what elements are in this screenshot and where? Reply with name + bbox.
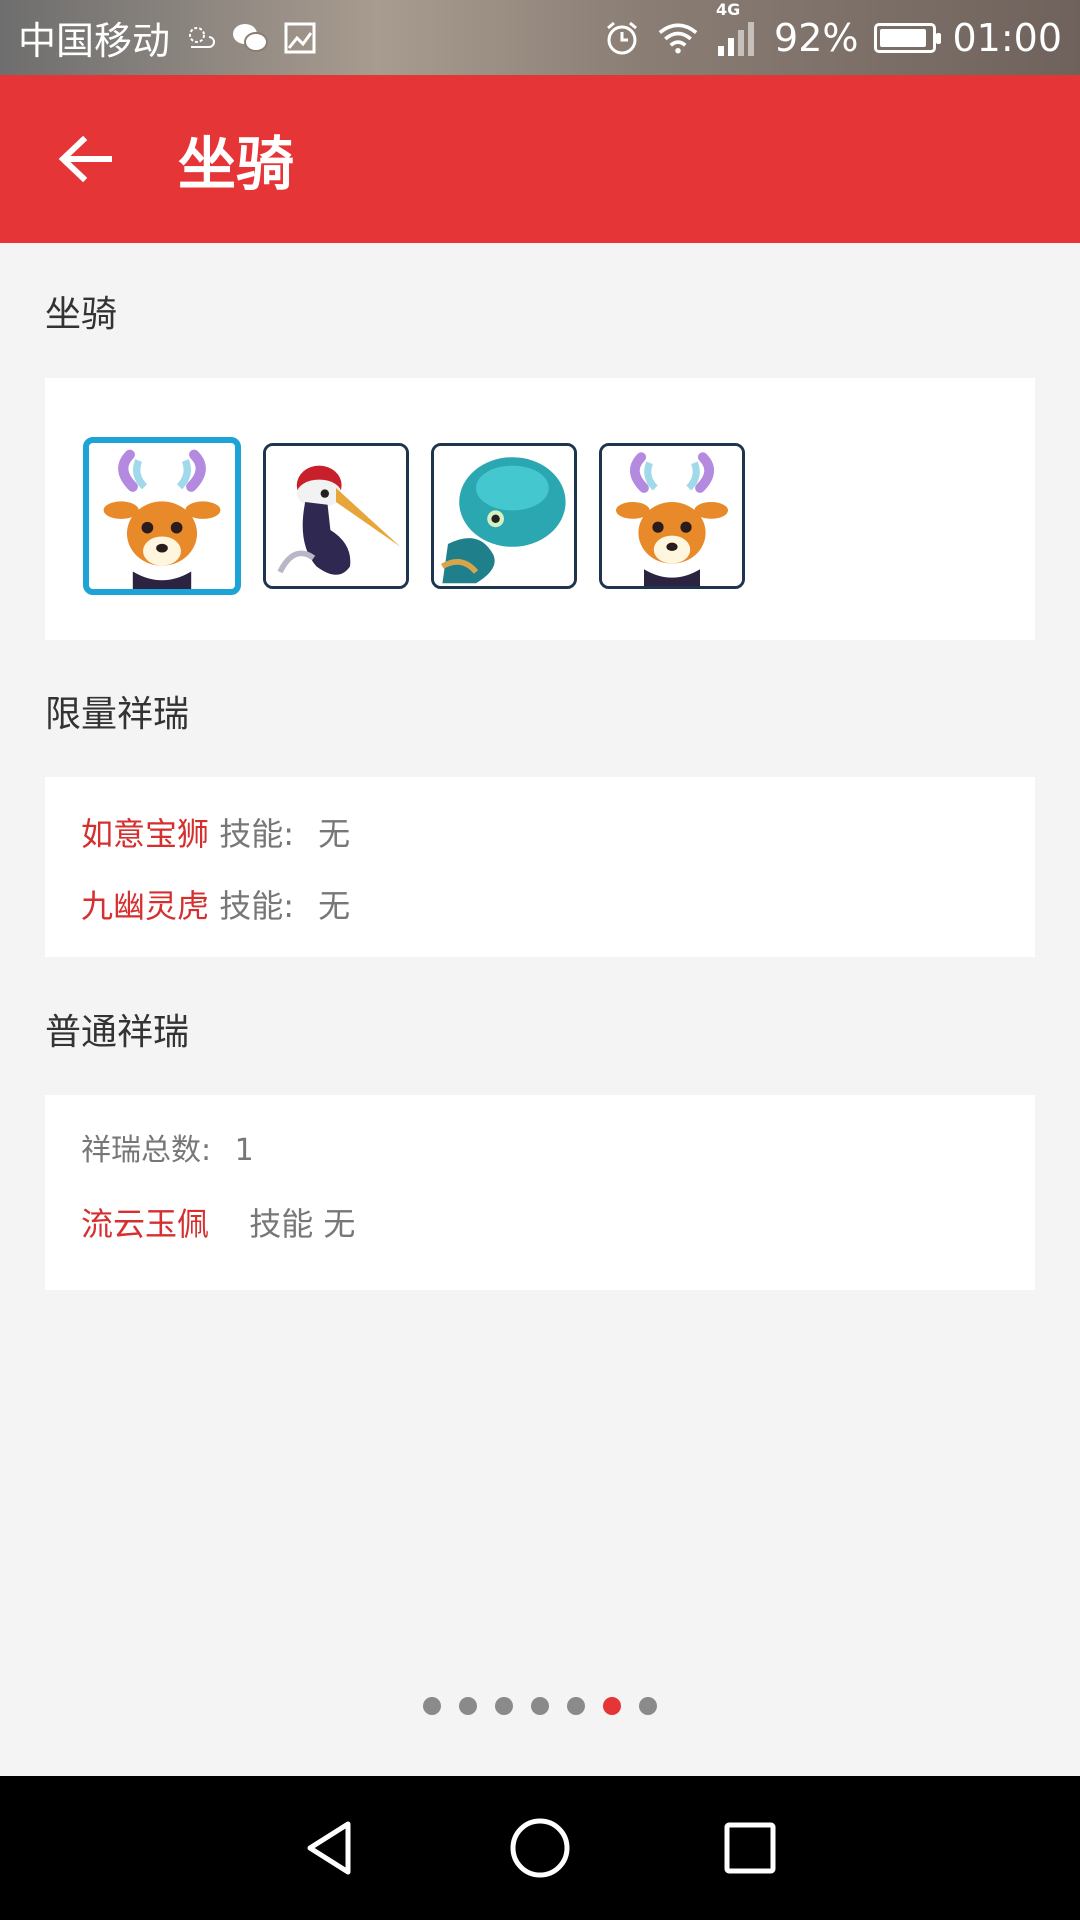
deer-icon	[89, 443, 235, 589]
triangle-back-icon	[307, 1821, 351, 1875]
total-value: 1	[234, 1133, 254, 1168]
item-name: 九幽灵虎	[81, 887, 210, 925]
image-icon	[280, 18, 320, 58]
page-dot[interactable]	[567, 1697, 585, 1715]
page-dot[interactable]	[639, 1697, 657, 1715]
weather-icon	[180, 18, 220, 58]
status-bar: 中国移动 4G 92% 01:00	[0, 0, 1080, 75]
skill-label: 技能:	[219, 887, 294, 925]
back-button[interactable]	[40, 114, 130, 204]
skill-value: 无	[323, 1205, 356, 1243]
battery-percent: 92%	[774, 15, 859, 60]
skill-label: 技能	[249, 1205, 314, 1243]
deer-icon	[602, 446, 742, 586]
carrier-label: 中国移动	[18, 19, 171, 63]
signal-icon: 4G	[714, 0, 758, 58]
mount-item-octopus[interactable]	[431, 443, 577, 589]
page-title: 坐骑	[178, 130, 295, 198]
list-item-normal-1: 流云玉佩 技能 无	[81, 1199, 355, 1245]
page-dot[interactable]	[531, 1697, 549, 1715]
battery-icon	[874, 22, 942, 53]
navigation-bar	[0, 1776, 1080, 1920]
alarm-icon	[602, 18, 642, 58]
square-recents-icon	[724, 1822, 776, 1874]
list-item-limited-1: 如意宝狮 技能: 无	[81, 809, 350, 855]
arrow-left-icon	[58, 135, 112, 183]
page-dot[interactable]	[495, 1697, 513, 1715]
nav-home-button[interactable]	[505, 1813, 575, 1883]
skill-value: 无	[318, 815, 351, 853]
page-indicator	[0, 1697, 1080, 1715]
total-label: 祥瑞总数:	[81, 1133, 212, 1168]
clock: 01:00	[952, 15, 1062, 60]
network-label: 4G	[716, 0, 741, 19]
octopus-icon	[434, 446, 574, 586]
list-item-limited-2: 九幽灵虎 技能: 无	[81, 881, 350, 927]
skill-value: 无	[318, 887, 351, 925]
mounts-card	[45, 378, 1035, 640]
mount-item-crane[interactable]	[263, 443, 409, 589]
page-dot[interactable]	[603, 1697, 621, 1715]
total-count: 祥瑞总数: 1	[81, 1125, 254, 1169]
nav-back-button[interactable]	[295, 1813, 365, 1883]
battery-fill	[880, 28, 927, 47]
circle-home-icon	[510, 1818, 570, 1878]
section-title-normal: 普通祥瑞	[45, 1012, 190, 1053]
mount-item-deer[interactable]	[83, 437, 241, 595]
nav-recents-button[interactable]	[715, 1813, 785, 1883]
item-name: 如意宝狮	[81, 815, 210, 853]
skill-label: 技能:	[219, 815, 294, 853]
page-dot[interactable]	[423, 1697, 441, 1715]
section-title-mounts: 坐骑	[45, 294, 118, 335]
mount-item-deer-2[interactable]	[599, 443, 745, 589]
page-dot[interactable]	[459, 1697, 477, 1715]
item-name: 流云玉佩	[81, 1205, 210, 1243]
app-bar: 坐骑	[0, 75, 1080, 243]
limited-card: 如意宝狮 技能: 无 九幽灵虎 技能: 无	[45, 777, 1035, 957]
mount-list	[83, 437, 745, 595]
wechat-icon	[230, 18, 270, 58]
crane-icon	[266, 446, 406, 586]
wifi-icon	[658, 18, 698, 58]
normal-card: 祥瑞总数: 1 流云玉佩 技能 无	[45, 1095, 1035, 1290]
section-title-limited: 限量祥瑞	[45, 694, 190, 735]
